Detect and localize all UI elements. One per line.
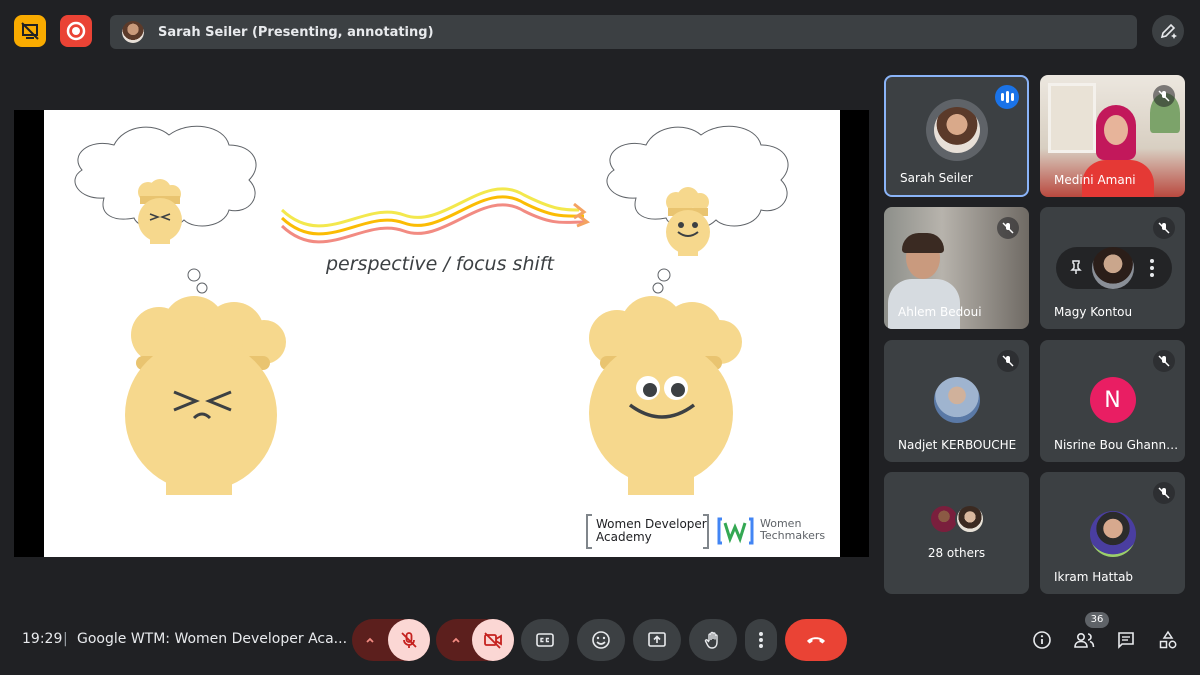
- participant-name: Nisrine Bou Ghann…: [1054, 438, 1179, 452]
- present-screen-icon: [648, 632, 666, 647]
- big-grumpy-head: [125, 296, 286, 495]
- chat-icon: [1118, 632, 1134, 649]
- participant-tile[interactable]: Ahlem Bedoui: [884, 207, 1029, 329]
- raise-hand-button[interactable]: [689, 619, 737, 661]
- big-happy-head: [589, 296, 742, 495]
- mic-off-icon: [1153, 482, 1175, 504]
- screen-share-off-icon: [21, 22, 39, 40]
- hang-up-icon: [807, 637, 825, 644]
- participant-avatar: [933, 377, 980, 423]
- participant-tile[interactable]: Nadjet KERBOUCHE: [884, 340, 1029, 462]
- participant-tile[interactable]: Sarah Seiler: [884, 75, 1029, 197]
- chevron-up-icon: [452, 637, 460, 643]
- wtm-logo-mark: [717, 517, 754, 545]
- participant-name: Magy Kontou: [1054, 305, 1133, 319]
- hand-icon: [704, 631, 718, 649]
- more-options-icon[interactable]: [1148, 259, 1156, 277]
- emoji-icon: [592, 631, 610, 649]
- mic-off-icon: [401, 632, 417, 648]
- mic-off-icon: [1153, 350, 1175, 372]
- speaking-indicator-icon: [995, 85, 1019, 109]
- participant-avatar: [1092, 247, 1134, 289]
- chat-button[interactable]: [1114, 628, 1138, 652]
- presentation-slide: perspective / focus shift Women Develope…: [44, 110, 840, 557]
- annotate-button[interactable]: [1152, 15, 1184, 47]
- wtm-logo-line2: Techmakers: [760, 529, 826, 542]
- participant-name: Ahlem Bedoui: [898, 305, 982, 319]
- more-options-button[interactable]: [745, 619, 777, 661]
- participant-name: Medini Amani: [1054, 173, 1136, 187]
- mic-off-icon: [997, 217, 1019, 239]
- participant-avatar: [925, 99, 988, 162]
- info-icon: [1033, 631, 1051, 649]
- camera-toggle-button[interactable]: [472, 619, 514, 661]
- participant-tile[interactable]: Ikram Hattab: [1040, 472, 1185, 594]
- others-count-label: 28 others: [927, 546, 986, 560]
- people-count-badge: 36: [1085, 612, 1109, 628]
- participant-tile[interactable]: Medini Amani: [1040, 75, 1185, 197]
- closed-captions-icon: [536, 633, 554, 647]
- presenter-text: Sarah Seiler (Presenting, annotating): [158, 24, 434, 40]
- participant-avatar: [1089, 511, 1136, 557]
- small-happy-head: [666, 187, 710, 256]
- participant-name: Nadjet KERBOUCHE: [898, 438, 1017, 452]
- more-vert-icon: [759, 632, 763, 648]
- cast-off-button[interactable]: [14, 15, 46, 47]
- mic-off-icon: [1153, 217, 1175, 239]
- people-button[interactable]: [1072, 628, 1096, 652]
- mic-off-icon: [997, 350, 1019, 372]
- meeting-title: Google WTM: Women Developer Aca...: [77, 631, 348, 647]
- participant-tile[interactable]: Magy Kontou: [1040, 207, 1185, 329]
- presenting-banner: Sarah Seiler (Presenting, annotating): [110, 15, 1137, 49]
- small-grumpy-head: [138, 179, 182, 244]
- participant-avatar: [955, 504, 985, 534]
- chevron-up-icon: [366, 637, 374, 643]
- pin-icon[interactable]: [1068, 259, 1084, 275]
- activities-button[interactable]: [1156, 628, 1180, 652]
- recording-button[interactable]: [60, 15, 92, 47]
- mic-toggle-button[interactable]: [388, 619, 430, 661]
- slide-caption: perspective / focus shift: [326, 253, 554, 275]
- record-icon: [66, 21, 86, 41]
- reactions-button[interactable]: [577, 619, 625, 661]
- mic-off-icon: [1153, 85, 1175, 107]
- camera-off-icon: [484, 632, 502, 649]
- meeting-separator: |: [63, 631, 68, 647]
- participant-name: Ikram Hattab: [1054, 570, 1134, 584]
- captions-button[interactable]: [521, 619, 569, 661]
- others-tile[interactable]: 28 others: [884, 472, 1029, 594]
- meeting-details-button[interactable]: [1030, 628, 1054, 652]
- participant-name: Sarah Seiler: [900, 171, 973, 185]
- present-now-button[interactable]: [633, 619, 681, 661]
- wda-logo-text: Women Developer Academy: [596, 518, 707, 544]
- wtm-logo-text: Women Techmakers: [760, 518, 825, 542]
- shapes-icon: [1159, 630, 1177, 649]
- presenter-avatar: [122, 21, 144, 43]
- participant-avatar: N: [1089, 377, 1136, 423]
- leave-call-button[interactable]: [785, 619, 847, 661]
- meeting-clock: 19:29: [22, 631, 63, 647]
- slide-illustration: [74, 125, 789, 549]
- people-icon: [1074, 632, 1095, 648]
- pen-sparkle-icon: [1160, 23, 1177, 39]
- participant-tile[interactable]: N Nisrine Bou Ghann…: [1040, 340, 1185, 462]
- wda-logo-line2: Academy: [596, 530, 652, 544]
- shift-arrows: [280, 187, 591, 244]
